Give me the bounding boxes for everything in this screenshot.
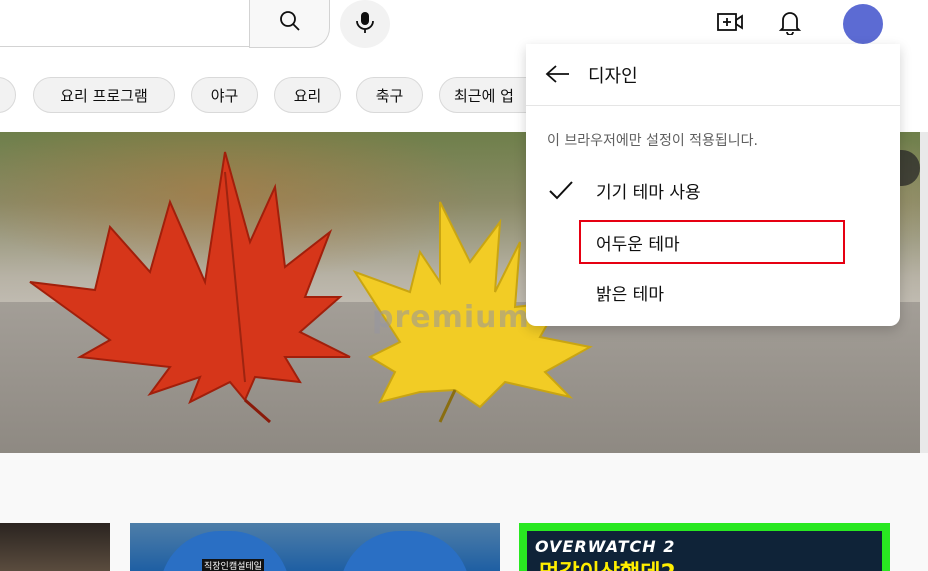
option-label: 기기 테마 사용 <box>596 183 701 203</box>
bell-icon <box>778 9 802 39</box>
highlight-box <box>579 220 845 264</box>
voice-search-button[interactable] <box>340 0 390 48</box>
create-video-icon <box>716 10 744 38</box>
chip-cooking[interactable]: 요리 <box>274 77 341 113</box>
back-button[interactable] <box>542 60 574 92</box>
chip-partial[interactable] <box>0 77 16 113</box>
option-label: 밝은 테마 <box>596 285 664 305</box>
scrollbar[interactable] <box>920 132 928 453</box>
arrow-left-icon <box>545 64 571 88</box>
chip-soccer[interactable]: 축구 <box>356 77 423 113</box>
search-input[interactable] <box>0 0 250 47</box>
chip-cooking-program[interactable]: 요리 프로그램 <box>33 77 175 113</box>
checkmark-icon <box>548 178 574 202</box>
chip-baseball[interactable]: 야구 <box>191 77 258 113</box>
thumbnail-subtitle: 먹갈이상했데2 <box>539 555 676 571</box>
notifications-button[interactable] <box>775 9 805 39</box>
watermark: premium <box>372 300 530 335</box>
option-device-theme[interactable]: 기기 테마 사용 <box>526 166 900 214</box>
appearance-menu-header: 디자인 <box>526 44 900 106</box>
microphone-icon <box>354 10 376 38</box>
red-maple-leaf <box>29 151 351 405</box>
menu-title: 디자인 <box>588 66 638 87</box>
create-button[interactable] <box>715 9 745 39</box>
appearance-menu: 디자인 이 브라우저에만 설정이 적용됩니다. 기기 테마 사용 어두운 테마 … <box>526 44 900 326</box>
thumbnail-title: OVERWATCH 2 <box>535 537 676 556</box>
search-icon <box>278 9 302 37</box>
video-thumbnail-2[interactable]: 직장인캠설테일 <box>130 523 500 571</box>
video-thumbnail-3[interactable]: OVERWATCH 2 먹갈이상했데2 <box>519 523 890 571</box>
option-light-theme[interactable]: 밝은 테마 <box>526 268 900 316</box>
search-button[interactable] <box>249 0 330 48</box>
menu-note: 이 브라우저에만 설정이 적용됩니다. <box>547 133 758 149</box>
avatar[interactable] <box>843 4 883 44</box>
video-thumbnail-1[interactable] <box>0 523 110 571</box>
thumbnail-caption: 직장인캠설테일 <box>202 559 264 571</box>
